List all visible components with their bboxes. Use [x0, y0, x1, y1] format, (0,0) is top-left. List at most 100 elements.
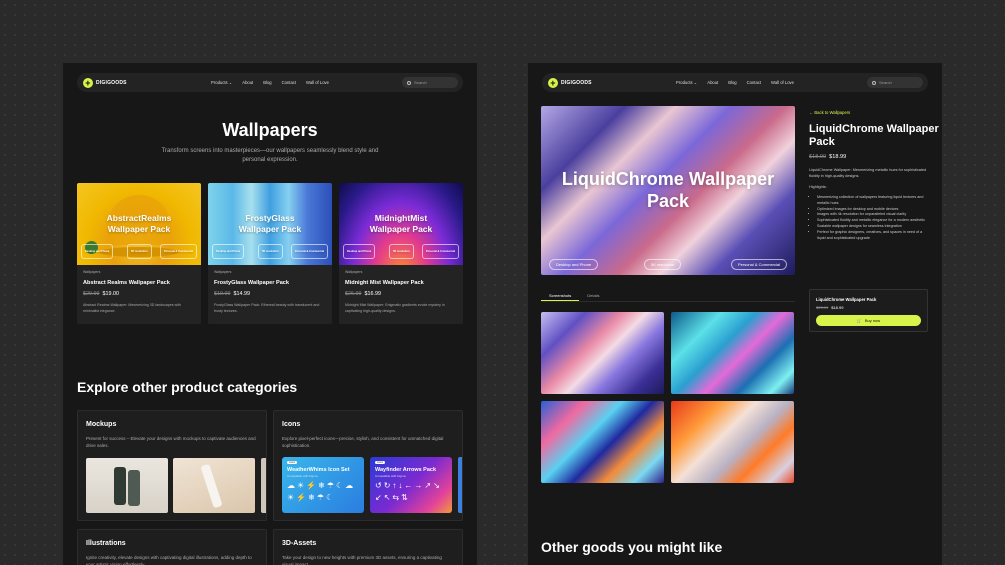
tag-pill: Desktop and Phone: [212, 244, 245, 259]
current-price: $14.99: [233, 291, 251, 297]
search-icon: [407, 80, 411, 85]
buy-box: LiquidChrome Wallpaper Pack $23.99 $18.99…: [809, 289, 928, 332]
mockup-phone-image: [86, 458, 168, 513]
category-box-mockups[interactable]: Mockups Present for success – Elevate yo…: [77, 410, 267, 521]
chevron-down-icon: ⌄: [693, 80, 698, 85]
nav-links: Products ⌄ About Blog Contact Wall of Lo…: [211, 80, 329, 85]
nav-link-contact[interactable]: Contact: [747, 80, 761, 85]
nav-link-label: Products: [211, 80, 228, 85]
screenshot-thumbnail[interactable]: [671, 401, 794, 483]
brand-logo[interactable]: + DIGIGOODS: [548, 77, 592, 88]
product-card[interactable]: AbstractRealms Wallpaper Pack Desktop an…: [77, 183, 201, 324]
category-description: Take your design to new heights with pre…: [282, 555, 442, 565]
card-category: Wallpapers: [345, 270, 363, 274]
nav-link-about[interactable]: About: [242, 80, 253, 85]
tag-pill: 5K resolution: [258, 244, 283, 259]
screenshot-thumbnail[interactable]: [541, 312, 664, 394]
pack-tag: Icons: [375, 461, 385, 464]
product-card[interactable]: MidnightMist Wallpaper Pack Desktop and …: [339, 183, 463, 324]
nav-link-blog[interactable]: Blog: [263, 80, 271, 85]
category-page-panel: + DIGIGOODS Products ⌄ About Blog Contac…: [63, 63, 477, 565]
nav-link-products[interactable]: Products ⌄: [211, 80, 232, 85]
old-price: $23.99: [816, 305, 829, 310]
nav-link-wall-of-love[interactable]: Wall of Love: [306, 80, 329, 85]
tag-pill: Desktop and Phone: [343, 244, 376, 259]
search-input[interactable]: Search: [402, 77, 458, 88]
product-thumbnail: MidnightMist Wallpaper Pack Desktop and …: [339, 183, 463, 265]
buy-now-label: Buy now: [864, 318, 881, 323]
category-title: Icons: [282, 421, 301, 428]
tag-pill: Personal & Commercial: [159, 244, 197, 259]
nav-link-about[interactable]: About: [707, 80, 718, 85]
hero-title: LiquidChrome Wallpaper Pack: [561, 169, 775, 211]
old-price: $26.99: [345, 291, 362, 297]
brand-plus-icon: +: [548, 77, 558, 88]
brand-plus-icon: +: [83, 77, 93, 88]
list-item: Perfect for graphic designers, creatives…: [817, 230, 929, 242]
nav-link-contact[interactable]: Contact: [282, 80, 296, 85]
phone-shape: [114, 467, 126, 505]
other-goods-heading: Other goods you might like: [541, 539, 723, 555]
card-title[interactable]: Midnight Mist Wallpaper Pack: [345, 280, 424, 286]
pack-title: Wayfinder Arrows Pack: [375, 467, 437, 473]
tag-pill: Personal & Commercial: [421, 244, 459, 259]
thumbnail-title: MidnightMist Wallpaper Pack: [369, 213, 433, 234]
mockup-bottle-image: [173, 458, 255, 513]
page-subtitle: Transform screens into masterpieces—our …: [161, 148, 379, 163]
card-title[interactable]: Abstract Realms Wallpaper Pack: [83, 280, 170, 286]
product-thumbnail: FrostyGlass Wallpaper Pack Desktop and P…: [208, 183, 332, 265]
nav-link-products[interactable]: Products ⌄: [676, 80, 697, 85]
brand-logo[interactable]: + DIGIGOODS: [83, 77, 127, 88]
product-title: LiquidChrome Wallpaper Pack: [809, 123, 939, 148]
product-description: LiquidChrome Wallpaper: Mesmerizing meta…: [809, 168, 927, 178]
pack-title: WeatherWhims Icon Set: [287, 467, 350, 473]
card-description: FrostyGlass Wallpaper Pack: Ethereal bea…: [214, 303, 320, 313]
page-title: Wallpapers: [222, 120, 318, 140]
list-item: Mesmerizing collection of wallpapers fea…: [817, 195, 929, 207]
bottle-shape: [200, 463, 223, 509]
nav-link-label: Products: [676, 80, 693, 85]
tag-pill: Desktop and Phone: [81, 244, 114, 259]
chevron-down-icon: ⌄: [228, 80, 233, 85]
card-price: $29.99 $19.00: [83, 291, 119, 297]
thumbnail-title: AbstractRealms Wallpaper Pack: [106, 213, 172, 234]
thumbnail-title: FrostyGlass Wallpaper Pack: [238, 213, 302, 234]
icon-pack-card[interactable]: Icons WeatherWhims Icon Set Compatible w…: [282, 457, 364, 513]
old-price: $18.99: [809, 154, 827, 160]
icon-pack-card[interactable]: Icons Wayfinder Arrows Pack Compatible w…: [370, 457, 452, 513]
category-description: Ignite creativity, elevate designs with …: [86, 555, 252, 565]
highlights-list: Mesmerizing collection of wallpapers fea…: [813, 195, 929, 241]
hero-image: LiquidChrome Wallpaper Pack Desktop and …: [541, 106, 795, 275]
tag-pill: 5K resolution: [127, 244, 152, 259]
card-category: Wallpapers: [83, 270, 101, 274]
tab-bar: Screenshots Details: [541, 290, 795, 302]
current-price: $18.99: [829, 154, 847, 160]
pack-subtitle: Compatible with Figma: [375, 474, 406, 478]
pack-subtitle: Compatible with Figma: [287, 474, 318, 478]
category-box-3d-assets[interactable]: 3D-Assets Take your design to new height…: [273, 529, 463, 565]
search-placeholder: Search: [879, 80, 892, 85]
category-title: 3D-Assets: [282, 540, 317, 547]
category-box-icons[interactable]: Icons Explore pixel-perfect icons—precis…: [273, 410, 463, 521]
card-price: $26.99 $16.99: [345, 291, 381, 297]
card-price: $19.99 $14.99: [214, 291, 250, 297]
buy-box-title: LiquidChrome Wallpaper Pack: [816, 297, 877, 302]
back-link[interactable]: ← Back to Wallpapers: [809, 110, 850, 115]
pack-tag: Icons: [287, 461, 297, 464]
product-card[interactable]: FrostyGlass Wallpaper Pack Desktop and P…: [208, 183, 332, 324]
category-box-illustrations[interactable]: Illustrations Ignite creativity, elevate…: [77, 529, 267, 565]
product-detail-panel: + DIGIGOODS Products ⌄ About Blog Contac…: [528, 63, 942, 565]
nav-link-wall-of-love[interactable]: Wall of Love: [771, 80, 794, 85]
tag-pill: 5K resolution: [644, 259, 682, 270]
tab-details[interactable]: Details: [579, 290, 607, 301]
screenshot-thumbnail[interactable]: [671, 312, 794, 394]
tab-screenshots[interactable]: Screenshots: [541, 290, 580, 301]
current-price: $19.00: [102, 291, 120, 297]
search-input[interactable]: Search: [867, 77, 923, 88]
buy-now-button[interactable]: 🛒 Buy now: [816, 315, 921, 326]
highlights-label: Highlights:: [809, 185, 827, 189]
tag-pill: 5K resolution: [389, 244, 414, 259]
card-title[interactable]: FrostyGlass Wallpaper Pack: [214, 280, 289, 286]
nav-link-blog[interactable]: Blog: [728, 80, 736, 85]
screenshot-thumbnail[interactable]: [541, 401, 664, 483]
